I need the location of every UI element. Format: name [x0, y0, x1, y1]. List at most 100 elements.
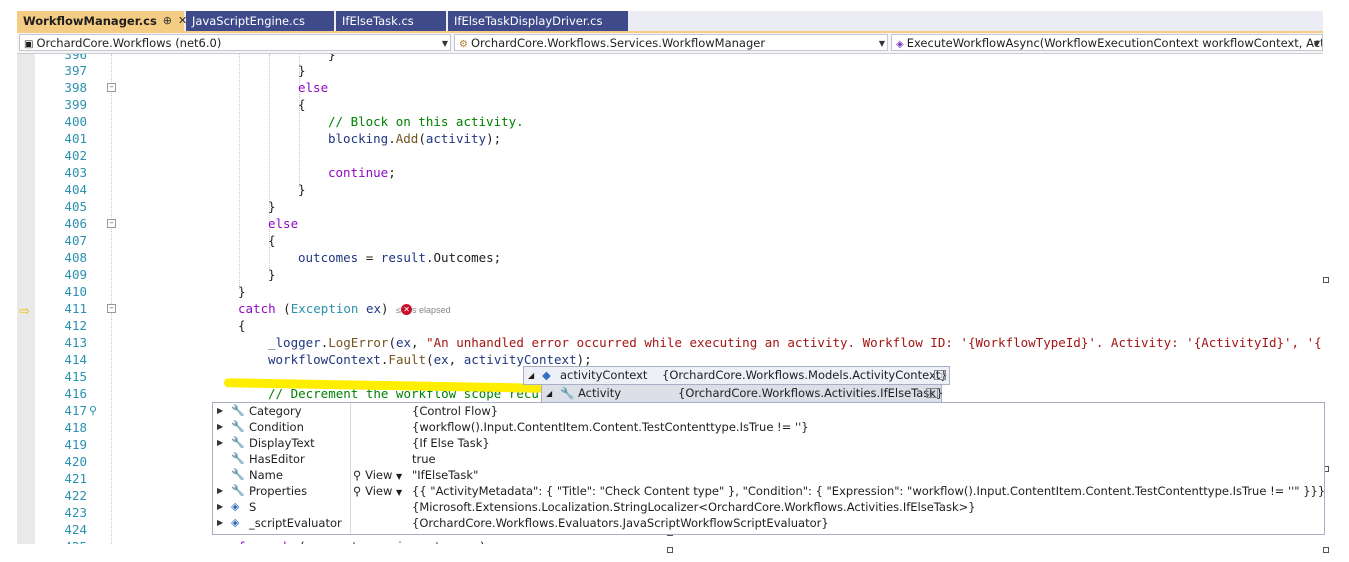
collapse-arrow-icon[interactable]: ◢ [546, 385, 552, 402]
chevron-down-icon: ▼ [396, 472, 403, 481]
code-text: { [298, 97, 306, 112]
code-line: 410} [17, 283, 1323, 300]
code-token: outcomes [419, 539, 479, 544]
code-token: ) [479, 539, 487, 544]
property-row[interactable]: ▶ 🔧 Category {Control Flow} [213, 403, 1324, 419]
wrench-icon: 🔧 [560, 386, 575, 400]
method-label: ExecuteWorkflowAsync(WorkflowExecutionCo… [906, 36, 1323, 50]
datatip-row-activity[interactable]: ◢ 🔧 Activity {OrchardCore.Workflows.Acti… [541, 384, 943, 403]
property-value: true [412, 452, 436, 466]
resize-handle[interactable] [1323, 547, 1329, 553]
property-value: {Microsoft.Extensions.Localization.Strin… [412, 500, 976, 514]
wrench-icon: 🔧 [231, 436, 245, 449]
tab-ifelsetask[interactable]: IfElseTask.cs [336, 11, 446, 31]
property-value: {Control Flow} [412, 404, 499, 418]
chevron-down-icon: ▼ [396, 488, 403, 497]
elapsed-time-label[interactable]: s elapsed [412, 305, 451, 315]
property-row[interactable]: 🔧 Name ⚲ View ▼ "IfElseTask" [213, 467, 1324, 483]
collapse-arrow-icon[interactable]: ◢ [528, 367, 534, 384]
code-token: activityContext [463, 352, 577, 367]
code-token: ( [388, 335, 396, 350]
resize-handle[interactable] [667, 547, 673, 553]
code-token: activity [425, 131, 487, 146]
collapse-icon[interactable]: − [107, 304, 116, 313]
property-value: {If Else Task} [412, 436, 490, 450]
expand-arrow-icon[interactable]: ▶ [217, 499, 223, 515]
property-value: {OrchardCore.Workflows.Evaluators.JavaSc… [412, 516, 829, 530]
project-dropdown[interactable]: ▣ OrchardCore.Workflows (net6.0) ▼ [19, 34, 451, 51]
wrench-icon: 🔧 [231, 404, 245, 417]
code-line: 400 // Block on this activity. [17, 113, 1323, 130]
expand-arrow-icon[interactable]: ▶ [217, 483, 223, 499]
code-token: LogError [328, 335, 389, 350]
property-row[interactable]: ▶ 🔧 DisplayText {If Else Task} [213, 435, 1324, 451]
collapse-icon[interactable]: − [107, 83, 116, 92]
expand-arrow-icon[interactable]: ▶ [217, 515, 223, 531]
datatip-name: activityContext [560, 368, 648, 382]
code-token: , [448, 352, 464, 367]
code-comment: // Block on this activity. [328, 114, 524, 129]
property-row[interactable]: ▶ 🔧 Condition {workflow().Input.ContentIt… [213, 419, 1324, 435]
code-line: 397} [17, 62, 1323, 79]
property-row[interactable]: 🔧 HasEditor true [213, 451, 1324, 467]
collapse-icon[interactable]: − [107, 219, 116, 228]
expand-arrow-icon[interactable]: ▶ [217, 435, 223, 451]
line-number: 402 [64, 148, 87, 163]
property-row[interactable]: ▶ 🔧 Properties ⚲ View ▼ {{ "ActivityMetad… [213, 483, 1325, 499]
tab-ifelsetaskdisplaydriver[interactable]: IfElseTaskDisplayDriver.cs [448, 11, 628, 31]
datatip-properties-panel[interactable]: ▶ 🔧 Category {Control Flow} ▶ 🔧 Condition … [212, 402, 1325, 535]
tab-workflowmanager[interactable]: WorkflowManager.cs ⊕ ✕ [17, 11, 187, 31]
line-number: 409 [64, 267, 87, 282]
code-token: blocking [328, 131, 389, 146]
line-number: 421 [64, 471, 87, 486]
pin-icon[interactable]: ◻ [934, 370, 946, 380]
code-text: else [268, 216, 299, 231]
code-token: ex [395, 335, 412, 350]
class-label: OrchardCore.Workflows.Services.WorkflowM… [470, 36, 766, 50]
code-token: = [358, 250, 381, 265]
code-line: 412 { [17, 317, 1323, 334]
expand-arrow-icon[interactable]: ▶ [217, 403, 223, 419]
code-text: } [298, 63, 306, 78]
code-line: 425 foreach (var outcome in outcomes) [17, 538, 1323, 544]
tab-javascriptengine[interactable]: JavaScriptEngine.cs [186, 11, 334, 31]
field-icon: ◆ [542, 368, 551, 382]
resize-handle[interactable] [1323, 277, 1329, 283]
line-number: 416 [64, 386, 87, 401]
line-number: 399 [64, 97, 87, 112]
method-dropdown[interactable]: ◈ ExecuteWorkflowAsync(WorkflowExecutionC… [891, 34, 1323, 51]
property-row[interactable]: ▶ ◈ _scriptEvaluator {OrchardCore.Workflo… [213, 515, 1324, 531]
line-number: 407 [64, 233, 87, 248]
code-token: Exception [290, 301, 359, 316]
field-lock-icon: ◈ [231, 516, 240, 529]
quick-action-icon[interactable]: ⚲ [89, 402, 97, 419]
code-token: ); [486, 131, 502, 146]
class-dropdown[interactable]: ⚙ OrchardCore.Workflows.Services.Workflow… [454, 34, 888, 51]
code-token: result [380, 250, 426, 265]
chevron-down-icon: ▼ [1313, 39, 1320, 48]
expand-arrow-icon[interactable]: ▶ [217, 419, 223, 435]
property-name: Condition [249, 420, 304, 434]
code-line: 409} [17, 266, 1323, 283]
code-line-current: 411− catch (Exception ex) ≤ ✕ s elapsed [17, 300, 1323, 317]
tab-label: IfElseTaskDisplayDriver.cs [454, 14, 603, 28]
pin-icon[interactable]: ⊕ [163, 11, 172, 31]
code-token: catch [238, 301, 276, 316]
error-icon[interactable]: ✕ [401, 304, 413, 315]
code-token: workflowContext [268, 352, 381, 367]
pin-icon[interactable]: ◻ [926, 388, 938, 398]
property-row[interactable]: ▶ ◈ S {Microsoft.Extensions.Localization.… [213, 499, 1324, 515]
datatip-name: Activity [578, 386, 622, 400]
property-name: HasEditor [249, 452, 305, 466]
csharp-project-icon: ▣ [24, 39, 34, 50]
code-line: 406 − else [17, 215, 1323, 232]
code-line: 402 [17, 147, 1323, 164]
code-line: 398 − else [17, 79, 1323, 96]
line-number: 419 [64, 437, 87, 452]
code-token: ( [418, 131, 426, 146]
wrench-icon: 🔧 [231, 420, 245, 433]
magnifier-icon: ⚲ [353, 468, 362, 482]
datatip-row-activitycontext[interactable]: ◢ ◆ activityContext {OrchardCore.Workflo… [523, 366, 950, 385]
